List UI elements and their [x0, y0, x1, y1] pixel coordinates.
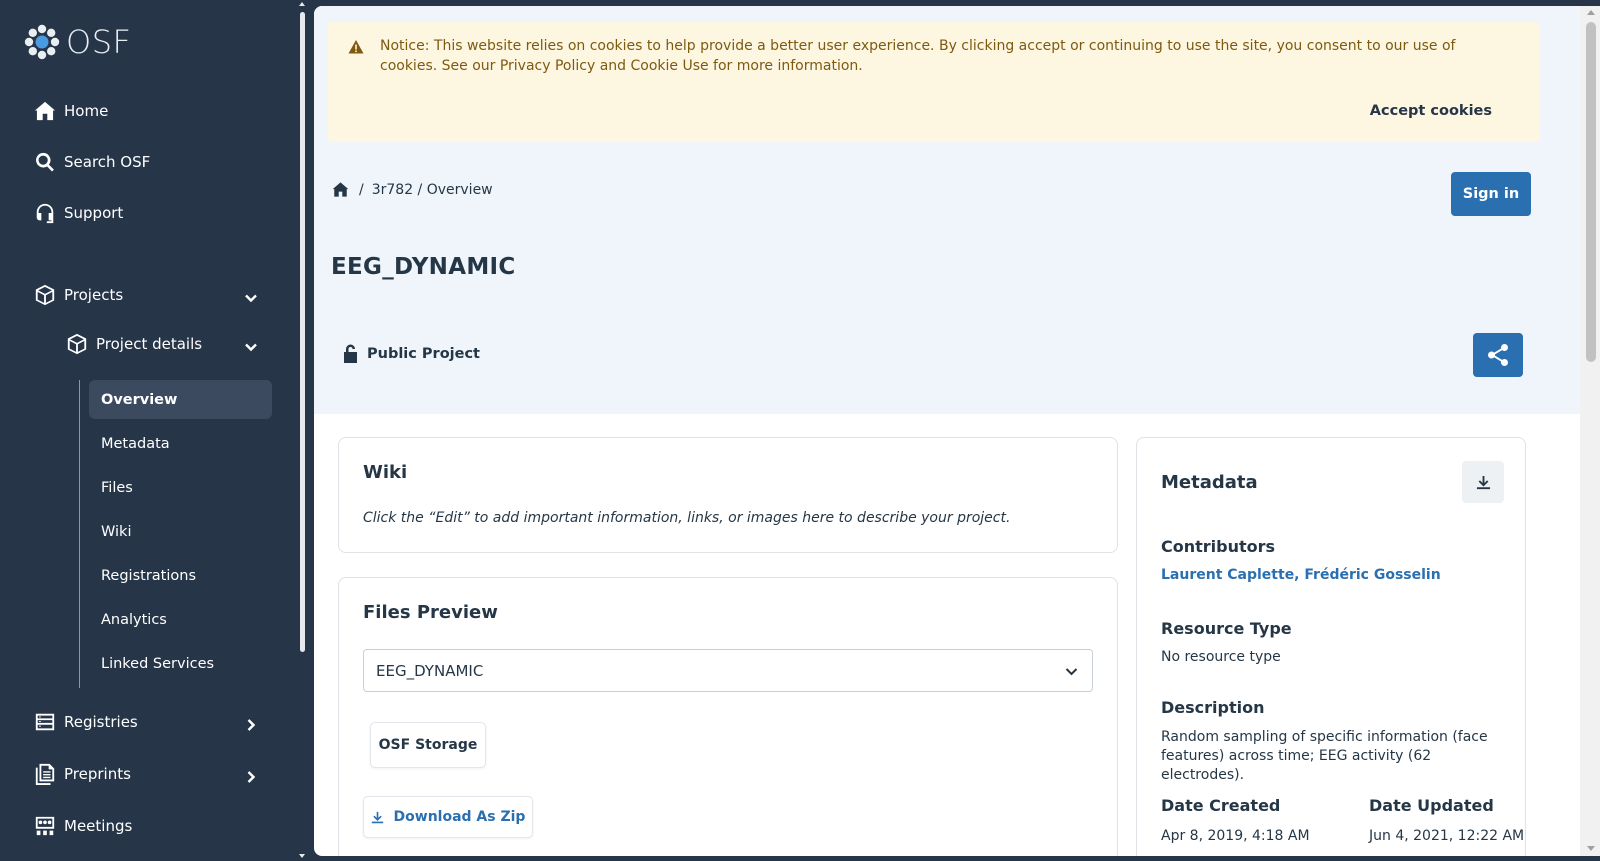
contributors-label: Contributors — [1161, 537, 1276, 556]
nav-search-label: Search OSF — [64, 153, 151, 171]
main-scroll-down-arrow[interactable] — [1587, 846, 1595, 851]
visibility-label: Public Project — [367, 345, 480, 362]
resource-type-label: Resource Type — [1161, 619, 1292, 638]
page-title: EEG_DYNAMIC — [331, 254, 516, 280]
sidebar-scroll-down-arrow[interactable] — [299, 854, 305, 858]
nav-registries-label: Registries — [64, 713, 138, 731]
headset-icon — [36, 203, 54, 224]
nav-meetings-label: Meetings — [64, 817, 133, 835]
files-preview-title: Files Preview — [363, 602, 498, 623]
main-content: Notice: This website relies on cookies t… — [314, 6, 1600, 856]
sidebar-scroll-up-arrow[interactable] — [299, 2, 305, 6]
search-icon — [36, 152, 54, 172]
date-created-value: Apr 8, 2019, 4:18 AM — [1161, 828, 1310, 844]
contributors-links[interactable]: Laurent Caplette, Frédéric Gosselin — [1161, 567, 1441, 583]
nav-registries[interactable]: Registries — [34, 711, 138, 733]
download-icon — [371, 811, 383, 823]
resource-type-value: No resource type — [1161, 649, 1281, 665]
nav-project-details[interactable]: Project details — [66, 333, 202, 355]
osf-logo-text: OSF — [66, 23, 132, 61]
nav-search[interactable]: Search OSF — [34, 151, 150, 173]
wiki-title: Wiki — [363, 462, 408, 483]
cookie-banner: Notice: This website relies on cookies t… — [328, 22, 1540, 142]
preprints-icon — [35, 763, 55, 785]
osf-logo-icon — [24, 24, 60, 60]
metadata-card: Metadata Contributors Laurent Caplette, … — [1136, 437, 1526, 856]
breadcrumb-separator: / — [359, 181, 364, 198]
sidebar-item-linked-services[interactable]: Linked Services — [89, 644, 272, 683]
nav-home[interactable]: Home — [34, 100, 108, 122]
sign-in-button[interactable]: Sign in — [1451, 172, 1531, 216]
registries-icon — [35, 713, 55, 731]
project-select-value: EEG_DYNAMIC — [376, 661, 484, 680]
nav-preprints[interactable]: Preprints — [34, 763, 131, 785]
sidebar-item-files[interactable]: Files — [89, 468, 272, 507]
sidebar-item-analytics[interactable]: Analytics — [89, 600, 272, 639]
breadcrumb: / 3r782 / Overview — [332, 181, 493, 198]
osf-storage-button[interactable]: OSF Storage — [370, 722, 486, 768]
sidebar-item-metadata[interactable]: Metadata — [89, 424, 272, 463]
download-zip-button[interactable]: Download As Zip — [363, 796, 533, 838]
accept-cookies-button[interactable]: Accept cookies — [1370, 103, 1492, 119]
nav-projects-label: Projects — [64, 286, 124, 304]
nav-meetings[interactable]: Meetings — [34, 815, 132, 837]
metadata-title: Metadata — [1161, 472, 1258, 493]
date-created-label: Date Created — [1161, 796, 1281, 815]
main-scroll-up-arrow[interactable] — [1587, 10, 1595, 15]
meetings-icon — [35, 816, 55, 836]
description-label: Description — [1161, 698, 1265, 717]
sidebar-scrollbar[interactable] — [300, 12, 305, 652]
download-zip-label: Download As Zip — [393, 809, 526, 825]
date-updated-label: Date Updated — [1369, 796, 1494, 815]
visibility-badge: Public Project — [342, 344, 480, 363]
chevron-down-icon — [1065, 668, 1078, 676]
nav-support-label: Support — [64, 204, 124, 222]
share-icon — [1488, 344, 1508, 366]
date-updated-value: Jun 4, 2021, 12:22 AM — [1369, 828, 1525, 844]
breadcrumb-path[interactable]: 3r782 / Overview — [372, 182, 493, 198]
nav-project-details-label: Project details — [96, 335, 203, 353]
unlock-icon — [344, 344, 357, 363]
nav-preprints-label: Preprints — [64, 765, 131, 783]
sidebar: OSF Home Search OSF Support Projects Pro… — [0, 0, 305, 861]
main-scrollbar-thumb[interactable] — [1586, 22, 1596, 362]
files-preview-card: Files Preview EEG_DYNAMIC OSF Storage Do… — [338, 577, 1118, 856]
nav-support[interactable]: Support — [34, 202, 123, 224]
description-value: Random sampling of specific information … — [1161, 729, 1488, 783]
sidebar-item-registrations[interactable]: Registrations — [89, 556, 272, 595]
osf-logo[interactable]: OSF — [24, 22, 131, 62]
nav-projects[interactable]: Projects — [34, 284, 123, 306]
cookie-notice-text: Notice: This website relies on cookies t… — [380, 38, 1456, 74]
project-details-chevron-down-icon[interactable] — [244, 339, 258, 353]
sidebar-item-wiki[interactable]: Wiki — [89, 512, 272, 551]
sidebar-item-overview[interactable]: Overview — [89, 380, 272, 419]
submenu-divider — [79, 380, 80, 688]
projects-chevron-down-icon[interactable] — [244, 290, 258, 304]
home-icon[interactable] — [332, 181, 349, 198]
preprints-chevron-right-icon[interactable] — [244, 769, 258, 783]
wiki-placeholder-text: Click the “Edit” to add important inform… — [363, 510, 1011, 526]
home-icon — [34, 101, 56, 121]
cube-icon — [35, 284, 55, 306]
metadata-download-button[interactable] — [1462, 461, 1504, 503]
cube-icon — [67, 333, 87, 355]
wiki-card: Wiki Click the “Edit” to add important i… — [338, 437, 1118, 553]
share-button[interactable] — [1473, 333, 1523, 377]
warning-icon — [348, 40, 364, 54]
registries-chevron-right-icon[interactable] — [244, 717, 258, 731]
download-icon — [1476, 475, 1490, 489]
project-select[interactable]: EEG_DYNAMIC — [363, 649, 1093, 692]
nav-home-label: Home — [64, 102, 109, 120]
